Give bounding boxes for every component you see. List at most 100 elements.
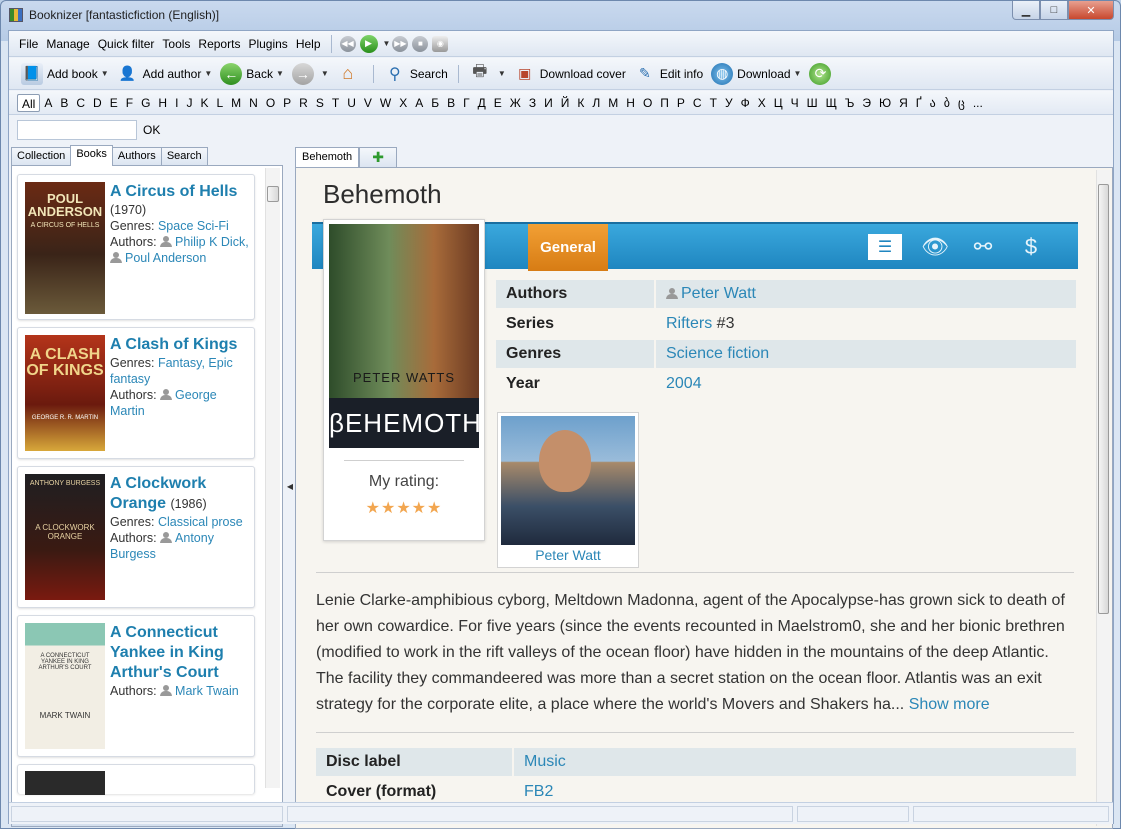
letter-filter-1[interactable]: A bbox=[40, 94, 56, 112]
letter-filter-41[interactable]: С bbox=[689, 94, 706, 112]
letter-filter-23[interactable]: X bbox=[395, 94, 411, 112]
home-button[interactable]: ⌂ bbox=[333, 61, 367, 87]
menu-plugins[interactable]: Plugins bbox=[244, 37, 291, 51]
letter-filter-53[interactable]: Я bbox=[895, 94, 912, 112]
letter-filter-7[interactable]: G bbox=[137, 94, 154, 112]
tab-authors[interactable]: Authors bbox=[111, 147, 162, 165]
letter-filter-34[interactable]: К bbox=[573, 94, 588, 112]
chevron-down-icon[interactable]: ▼ bbox=[794, 69, 802, 78]
chevron-down-icon[interactable]: ▼ bbox=[101, 69, 109, 78]
details-scrollbar[interactable] bbox=[1096, 170, 1110, 826]
binoculars-icon[interactable]: ⚯ bbox=[964, 232, 1002, 262]
letter-filter-54[interactable]: Ґ bbox=[912, 94, 926, 112]
letter-filter-16[interactable]: P bbox=[279, 94, 295, 112]
maximize-button[interactable]: □ bbox=[1040, 1, 1068, 20]
speaker-icon[interactable]: ◉ bbox=[432, 35, 449, 52]
letter-filter-4[interactable]: D bbox=[89, 94, 106, 112]
add-book-button[interactable]: 📘 Add book ▼ bbox=[17, 61, 113, 87]
letter-filter-31[interactable]: З bbox=[525, 94, 540, 112]
letter-filter-33[interactable]: Й bbox=[557, 94, 574, 112]
letter-filter-48[interactable]: Ш bbox=[803, 94, 822, 112]
chevron-down-icon[interactable]: ▼ bbox=[321, 69, 329, 78]
scrollbar-thumb[interactable] bbox=[267, 186, 279, 202]
letter-filter-52[interactable]: Ю bbox=[875, 94, 895, 112]
letter-filter-12[interactable]: L bbox=[212, 94, 227, 112]
stop-icon[interactable]: ■ bbox=[412, 35, 429, 52]
menu-tools[interactable]: Tools bbox=[158, 37, 194, 51]
author-link[interactable]: Peter Watt bbox=[681, 285, 756, 302]
letter-filter-14[interactable]: N bbox=[245, 94, 262, 112]
rating-stars[interactable]: ★★★★★ bbox=[324, 498, 484, 518]
print-button[interactable]: 🖶 ▼ bbox=[465, 61, 510, 87]
show-more-link[interactable]: Show more bbox=[909, 696, 990, 713]
genre-link[interactable]: Science fiction bbox=[666, 345, 769, 362]
scrollbar-thumb[interactable] bbox=[1098, 184, 1109, 614]
eye-icon[interactable]: 👁 bbox=[916, 232, 954, 262]
letter-filter-39[interactable]: П bbox=[656, 94, 673, 112]
letter-filter-29[interactable]: Е bbox=[490, 94, 506, 112]
letter-filter-10[interactable]: J bbox=[182, 94, 196, 112]
letter-filter-57[interactable]: ც bbox=[954, 94, 969, 112]
sync-button[interactable]: ⟳ bbox=[805, 61, 839, 87]
panel-splitter[interactable]: ◀ bbox=[285, 145, 295, 827]
letter-filter-32[interactable]: И bbox=[540, 94, 557, 112]
letter-filter-21[interactable]: V bbox=[360, 94, 376, 112]
letter-filter-49[interactable]: Щ bbox=[822, 94, 841, 112]
letter-filter-8[interactable]: H bbox=[154, 94, 171, 112]
letter-filter-25[interactable]: Б bbox=[427, 94, 443, 112]
letter-filter-35[interactable]: Л bbox=[588, 94, 604, 112]
menu-quick-filter[interactable]: Quick filter bbox=[94, 37, 159, 51]
tab-general[interactable]: General bbox=[528, 224, 608, 271]
letter-filter-26[interactable]: В bbox=[443, 94, 459, 112]
book-title[interactable]: A Connecticut Yankee in King Arthur's Co… bbox=[110, 623, 252, 683]
price-tag-icon[interactable]: $ bbox=[1012, 232, 1050, 262]
book-title[interactable]: A Circus of Hells bbox=[110, 182, 252, 202]
letter-filter-18[interactable]: S bbox=[312, 94, 328, 112]
tab-behemoth[interactable]: Behemoth bbox=[295, 147, 360, 167]
letter-filter-36[interactable]: М bbox=[604, 94, 622, 112]
menu-manage[interactable]: Manage bbox=[42, 37, 93, 51]
letter-filter-47[interactable]: Ч bbox=[787, 94, 803, 112]
tab-search[interactable]: Search bbox=[160, 147, 208, 165]
search-button[interactable]: ⚲ Search bbox=[380, 61, 452, 87]
letter-filter-2[interactable]: B bbox=[56, 94, 72, 112]
letter-filter-55[interactable]: ა bbox=[926, 94, 940, 112]
letter-filter-15[interactable]: O bbox=[262, 94, 279, 112]
author-link[interactable]: Mark Twain bbox=[175, 684, 239, 698]
letter-filter-5[interactable]: E bbox=[106, 94, 122, 112]
letter-filter-38[interactable]: О bbox=[639, 94, 656, 112]
letter-filter-56[interactable]: ბ bbox=[940, 94, 954, 112]
letter-filter-43[interactable]: У bbox=[721, 94, 737, 112]
filter-ok-button[interactable]: OK bbox=[143, 123, 160, 137]
book-title[interactable]: A Clockwork Orange (1986) bbox=[110, 474, 252, 514]
author-link[interactable]: Philip K Dick, bbox=[175, 235, 249, 249]
letter-filter-44[interactable]: Ф bbox=[737, 94, 754, 112]
letter-filter-40[interactable]: Р bbox=[673, 94, 689, 112]
letter-filter-22[interactable]: W bbox=[376, 94, 395, 112]
close-button[interactable]: ✕ bbox=[1068, 1, 1114, 20]
letter-filter-20[interactable]: U bbox=[343, 94, 360, 112]
book-title[interactable]: A Clash of Kings bbox=[110, 335, 252, 355]
genre-link[interactable]: Classical prose bbox=[158, 515, 243, 529]
edit-info-button[interactable]: ✎ Edit info bbox=[630, 61, 707, 87]
series-link[interactable]: Rifters bbox=[666, 315, 712, 332]
letter-filter-6[interactable]: F bbox=[122, 94, 137, 112]
list-item[interactable]: A CONNECTICUT YANKEE IN KING ARTHUR'S CO… bbox=[17, 615, 255, 757]
letter-filter-19[interactable]: T bbox=[328, 94, 343, 112]
list-item[interactable] bbox=[17, 764, 255, 795]
back-button[interactable]: ← Back ▼ bbox=[216, 61, 288, 87]
property-value[interactable]: Music bbox=[514, 748, 1076, 776]
author-photo-name[interactable]: Peter Watt bbox=[498, 547, 638, 563]
letter-filter-0[interactable]: All bbox=[17, 93, 41, 112]
author-link[interactable]: Poul Anderson bbox=[125, 251, 206, 265]
letter-filter-42[interactable]: Т bbox=[706, 94, 721, 112]
letter-filter-51[interactable]: Э bbox=[858, 94, 875, 112]
author-photo[interactable] bbox=[501, 416, 635, 545]
menu-reports[interactable]: Reports bbox=[194, 37, 244, 51]
letter-filter-50[interactable]: Ъ bbox=[841, 94, 859, 112]
tab-books[interactable]: Books bbox=[70, 145, 113, 166]
filter-input[interactable] bbox=[17, 120, 137, 140]
year-link[interactable]: 2004 bbox=[666, 375, 702, 392]
letter-filter-30[interactable]: Ж bbox=[506, 94, 525, 112]
minimize-button[interactable]: ▁ bbox=[1012, 1, 1040, 20]
